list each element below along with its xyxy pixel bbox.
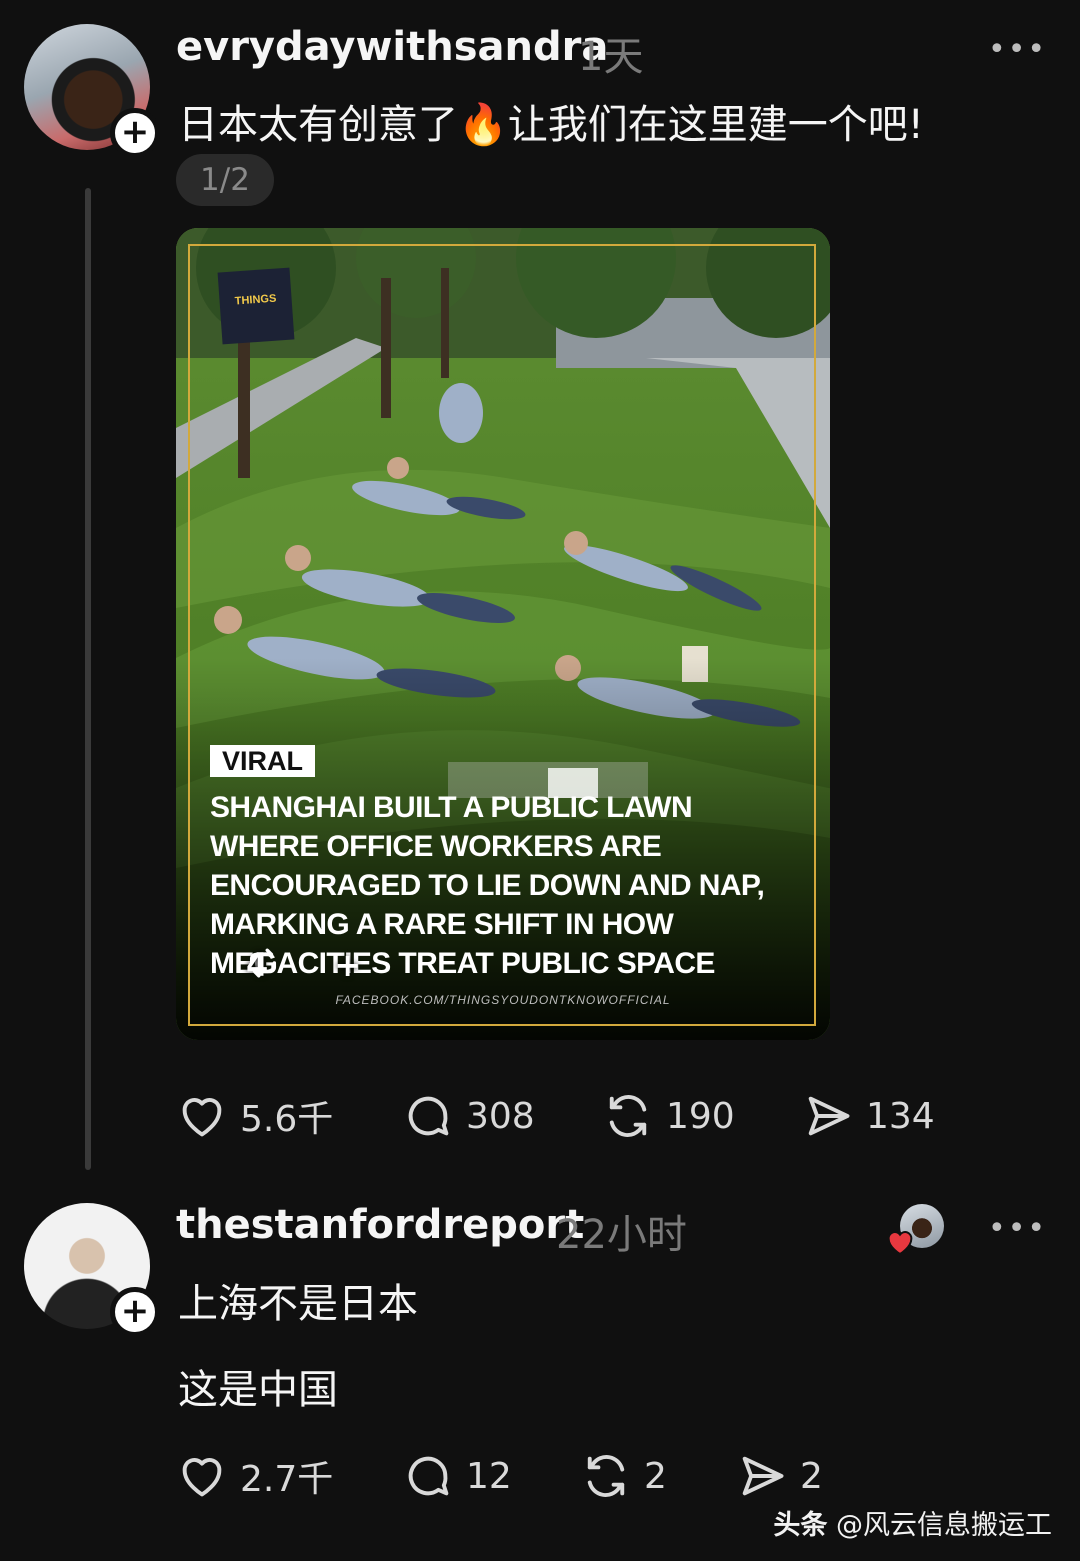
heart-icon	[182, 1458, 222, 1497]
repost-overlay-icon	[249, 948, 277, 978]
reply-text-line2: 这是中国	[178, 1367, 338, 1413]
overlay-repost[interactable]: 4 +	[246, 946, 361, 984]
more-options-icon[interactable]: •••	[988, 32, 1047, 67]
like-count: 5.6千	[240, 1099, 334, 1140]
image-pager: 1/2	[176, 154, 274, 206]
repost-button[interactable]: 190	[602, 1090, 802, 1142]
share-button[interactable]: 134	[802, 1090, 935, 1142]
viral-badge: VIRAL	[210, 745, 315, 777]
liked-heart-icon	[887, 1231, 913, 1256]
post-image[interactable]: THINGS VIRAL SHANGHAI BUILT A PUBLIC LAW…	[176, 228, 830, 1040]
reply-username[interactable]: thestanfordreport	[176, 1202, 584, 1248]
repost-icon	[587, 1455, 625, 1497]
share-icon	[808, 1096, 850, 1136]
comment-count: 308	[466, 1095, 535, 1137]
repost-count: 190	[666, 1095, 735, 1137]
reply-comment-count: 12	[466, 1455, 512, 1497]
post-action-bar: 5.6千 308 190 134	[176, 1090, 935, 1142]
reply-like-count: 2.7千	[240, 1459, 334, 1500]
reply-more-options-icon[interactable]: •••	[988, 1211, 1047, 1246]
brand-logo: THINGS	[217, 267, 295, 345]
reply-action-bar: 2.7千 12 2 2	[176, 1450, 823, 1502]
reply-share-count: 2	[800, 1455, 823, 1497]
watermark: 头条 @风云信息搬运工	[773, 1503, 1052, 1542]
thread-line	[85, 188, 91, 1170]
reply-text-line1: 上海不是日本	[178, 1281, 418, 1327]
reply-repost-button[interactable]: 2	[580, 1450, 736, 1502]
reply-follow-button[interactable]: +	[110, 1287, 160, 1337]
post-username[interactable]: evrydaywithsandra	[176, 24, 608, 70]
share-count: 134	[866, 1095, 935, 1137]
overlay-plus-icon[interactable]: +	[334, 946, 361, 984]
reply-like-button[interactable]: 2.7千	[176, 1450, 402, 1502]
comment-button[interactable]: 308	[402, 1090, 602, 1142]
reply-timestamp: 22小时	[556, 1212, 687, 1258]
post-text: 日本太有创意了🔥让我们在这里建一个吧!	[178, 102, 924, 148]
like-button[interactable]: 5.6千	[176, 1090, 402, 1142]
reply-comment-button[interactable]: 12	[402, 1450, 580, 1502]
repost-icon	[609, 1095, 647, 1137]
watermark-handle: @风云信息搬运工	[836, 1510, 1052, 1541]
share-icon	[742, 1456, 784, 1496]
reply-repost-count: 2	[644, 1455, 667, 1497]
heart-icon	[182, 1098, 222, 1137]
comment-icon	[408, 1456, 449, 1496]
follow-button[interactable]: +	[110, 108, 160, 158]
post-timestamp: 1天	[578, 34, 644, 80]
reply-share-button[interactable]: 2	[736, 1450, 823, 1502]
image-source: FACEBOOK.COM/THINGSYOUDONTKNOWOFFICIAL	[335, 993, 671, 1007]
comment-icon	[408, 1096, 449, 1136]
watermark-brand: 头条	[773, 1510, 828, 1541]
